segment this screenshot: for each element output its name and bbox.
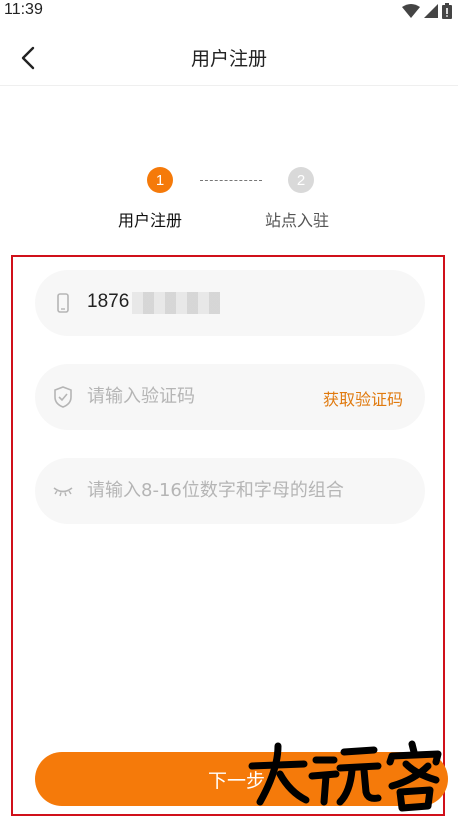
nav-bar: 用户注册 xyxy=(0,30,458,86)
shield-check-icon xyxy=(51,385,75,409)
battery-icon xyxy=(442,3,452,19)
status-bar: 11:39 xyxy=(0,0,458,24)
form-highlight-frame xyxy=(11,255,445,816)
password-field xyxy=(35,458,425,524)
phone-icon xyxy=(51,291,75,315)
password-input[interactable] xyxy=(87,458,407,524)
phone-redaction-mask xyxy=(132,292,220,314)
step-2-number: 2 xyxy=(288,167,314,193)
watermark-logo xyxy=(248,740,442,812)
wifi-icon xyxy=(402,4,420,18)
verification-code-field: 获取验证码 xyxy=(35,364,425,430)
signal-icon xyxy=(424,4,438,18)
step-2-label: 站点入驻 xyxy=(265,211,330,230)
step-1-number: 1 xyxy=(147,167,173,193)
step-connector xyxy=(200,180,262,181)
step-indicator: 1 2 用户注册 站点入驻 xyxy=(0,165,458,235)
status-time: 11:39 xyxy=(4,1,43,18)
phone-value: 1876 xyxy=(87,291,130,312)
eye-closed-icon[interactable] xyxy=(51,479,75,503)
get-code-button[interactable]: 获取验证码 xyxy=(323,386,403,410)
status-icons xyxy=(402,3,452,19)
phone-field[interactable]: 1876 xyxy=(35,270,425,336)
page-title: 用户注册 xyxy=(190,48,267,70)
step-1-label: 用户注册 xyxy=(118,211,183,230)
